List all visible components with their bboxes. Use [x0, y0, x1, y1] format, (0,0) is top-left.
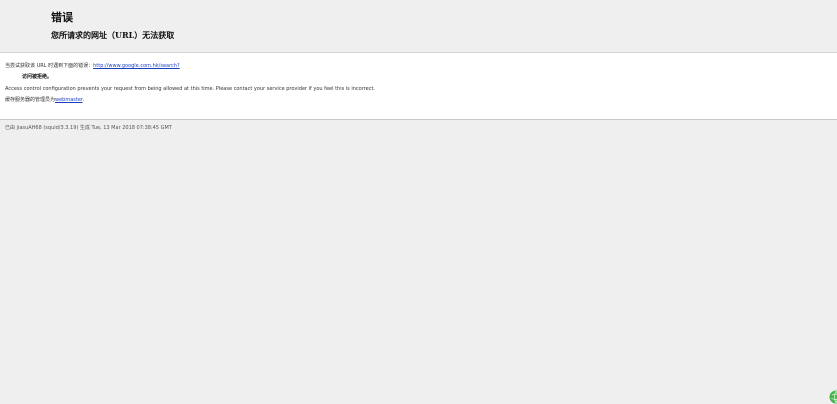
access-control-description: Access control configuration prevents yo…	[5, 86, 375, 93]
error-footer: 已由 jiasuAH68 (squid/3.3.19) 生成 Tue, 13 M…	[5, 125, 172, 132]
webmaster-link[interactable]: webmaster	[55, 97, 83, 103]
cache-admin-line: 缓存服务器的管理员为webmaster.	[5, 97, 84, 104]
page-title: 错误	[51, 11, 73, 24]
error-content: 当尝试获取该 URL 时遇到下面的错误：http://www.google.co…	[0, 52, 837, 120]
error-subtitle: 您所请求的网址（URL）无法获取	[51, 30, 174, 41]
requested-url-link[interactable]: http://www.google.com.hk/search?	[93, 63, 180, 69]
access-denied-message: 访问被拒绝。	[22, 74, 52, 81]
retrieval-error-prefix: 当尝试获取该 URL 时遇到下面的错误：	[5, 63, 93, 69]
error-header: 错误 您所请求的网址（URL）无法获取	[0, 0, 837, 52]
cache-admin-suffix: .	[83, 97, 85, 103]
cache-admin-prefix: 缓存服务器的管理员为	[5, 97, 55, 103]
green-globe-icon	[829, 390, 837, 404]
retrieval-error-line: 当尝试获取该 URL 时遇到下面的错误：http://www.google.co…	[5, 63, 180, 70]
